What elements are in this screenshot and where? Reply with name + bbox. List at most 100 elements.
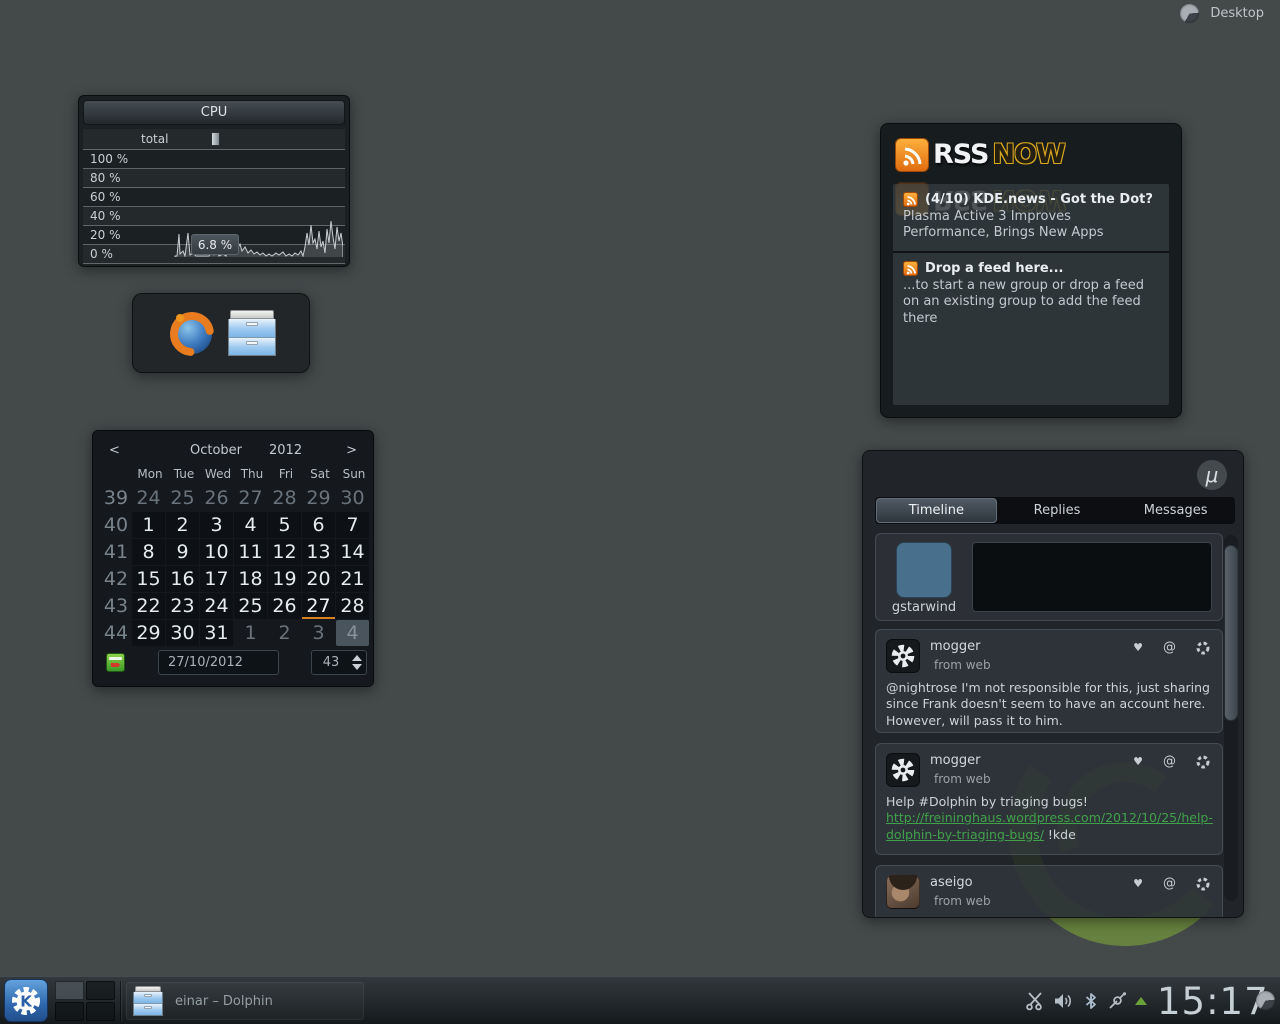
calendar-day[interactable]: 14 <box>336 539 369 565</box>
pager-desktop-3[interactable] <box>55 1002 84 1021</box>
calendar-week-number: 41 <box>101 539 131 565</box>
calendar-day[interactable]: 3 <box>302 620 335 646</box>
reply-icon[interactable]: @ <box>1163 754 1176 769</box>
calendar-day[interactable]: 18 <box>234 566 267 592</box>
rss-feed-item[interactable]: (4/10) KDE.news - Got the Dot? Plasma Ac… <box>893 184 1169 251</box>
calendar-day[interactable]: 27 <box>302 593 335 619</box>
calendar-day[interactable]: 29 <box>302 485 335 511</box>
post-username[interactable]: aseigo <box>930 875 973 890</box>
calendar-day[interactable]: 15 <box>132 566 165 592</box>
week-spinner-arrows[interactable] <box>350 655 366 670</box>
digital-clock[interactable]: 15:17 <box>1157 980 1269 1023</box>
calendar-day[interactable]: 2 <box>268 620 301 646</box>
calendar-day[interactable]: 16 <box>166 566 199 592</box>
bluetooth-icon[interactable] <box>1080 990 1102 1012</box>
calendar-day[interactable]: 13 <box>302 539 335 565</box>
post-username[interactable]: mogger <box>930 753 980 768</box>
reply-icon[interactable]: @ <box>1163 876 1176 891</box>
cabinet-body <box>228 319 276 356</box>
calendar-day[interactable]: 2 <box>166 512 199 538</box>
post-username[interactable]: mogger <box>930 639 980 654</box>
calendar-day[interactable]: 4 <box>336 620 369 646</box>
calendar-day[interactable]: 25 <box>234 593 267 619</box>
favorite-icon[interactable]: ♥ <box>1133 877 1143 890</box>
pager-desktop-1[interactable] <box>55 981 84 1000</box>
calendar-day[interactable]: 12 <box>268 539 301 565</box>
tray-expand-icon[interactable] <box>1135 997 1147 1005</box>
reply-icon[interactable]: @ <box>1163 640 1176 655</box>
pager-desktop-4[interactable] <box>86 1002 115 1021</box>
tab-messages[interactable]: Messages <box>1116 497 1235 524</box>
timeline-post[interactable]: mogger from web ♥ @ Help #Dolphin by tri… <box>875 743 1223 855</box>
scrollbar-handle[interactable] <box>1224 545 1238 721</box>
calendar-day[interactable]: 19 <box>268 566 301 592</box>
calendar-day[interactable]: 10 <box>200 539 233 565</box>
calendar-day[interactable]: 9 <box>166 539 199 565</box>
panel-cashew-icon[interactable] <box>1256 991 1275 1010</box>
calendar-day[interactable]: 28 <box>336 593 369 619</box>
timeline-post[interactable]: mogger from web ♥ @ @nightrose I'm not r… <box>875 629 1223 733</box>
calendar-day[interactable]: 1 <box>132 512 165 538</box>
jump-to-today-icon[interactable] <box>106 653 125 672</box>
file-manager-icon[interactable] <box>228 310 276 356</box>
calendar-day[interactable]: 21 <box>336 566 369 592</box>
calendar-day[interactable]: 3 <box>200 512 233 538</box>
rss-feed-item[interactable]: Drop a feed here... ...to start a new gr… <box>893 251 1169 405</box>
calendar-day[interactable]: 22 <box>132 593 165 619</box>
spin-up-icon[interactable] <box>352 655 362 661</box>
calendar-day[interactable]: 25 <box>166 485 199 511</box>
calendar-day[interactable]: 5 <box>268 512 301 538</box>
calendar-day[interactable]: 27 <box>234 485 267 511</box>
calendar-day[interactable]: 4 <box>234 512 267 538</box>
bottom-panel: K einar – Dolphin <box>0 976 1280 1024</box>
calendar-day[interactable]: 11 <box>234 539 267 565</box>
app-launcher-button[interactable]: K <box>4 979 48 1022</box>
device-notifier-icon[interactable] <box>1105 990 1129 1012</box>
calendar-day[interactable]: 30 <box>336 485 369 511</box>
calendar-day[interactable]: 8 <box>132 539 165 565</box>
calendar-day[interactable]: 29 <box>132 620 165 646</box>
repeat-icon[interactable] <box>1196 755 1210 769</box>
calendar-day[interactable]: 31 <box>200 620 233 646</box>
spin-down-icon[interactable] <box>352 664 362 670</box>
calendar-day[interactable]: 26 <box>200 485 233 511</box>
volume-icon[interactable] <box>1051 990 1073 1012</box>
taskbar-item-dolphin[interactable]: einar – Dolphin <box>126 982 364 1020</box>
repeat-icon[interactable] <box>1196 641 1210 655</box>
week-spinner[interactable]: 43 <box>311 650 367 675</box>
calendar-day[interactable]: 24 <box>132 485 165 511</box>
clipboard-scissors-icon[interactable] <box>1024 990 1046 1012</box>
month-selector[interactable]: October <box>181 443 251 458</box>
tab-replies[interactable]: Replies <box>998 497 1117 524</box>
status-input[interactable] <box>972 542 1212 612</box>
tab-timeline[interactable]: Timeline <box>876 498 997 523</box>
rss-icon <box>903 192 918 207</box>
year-selector[interactable]: 2012 <box>269 443 302 458</box>
rss-item-title[interactable]: Drop a feed here... <box>925 261 1064 276</box>
calendar-day[interactable]: 28 <box>268 485 301 511</box>
pager-desktop-2[interactable] <box>86 981 115 1000</box>
rss-item-title[interactable]: (4/10) KDE.news - Got the Dot? <box>925 192 1153 207</box>
calendar-day[interactable]: 23 <box>166 593 199 619</box>
calendar-day[interactable]: 1 <box>234 620 267 646</box>
firefox-icon[interactable] <box>166 307 218 359</box>
calendar-day[interactable]: 30 <box>166 620 199 646</box>
calendar-day[interactable]: 6 <box>302 512 335 538</box>
calendar-day[interactable]: 20 <box>302 566 335 592</box>
calendar-day[interactable]: 26 <box>268 593 301 619</box>
repeat-icon[interactable] <box>1196 877 1210 891</box>
calendar-day[interactable]: 24 <box>200 593 233 619</box>
date-input[interactable]: 27/10/2012 <box>158 650 279 675</box>
plasma-cashew-icon[interactable] <box>1180 4 1199 23</box>
post-source: from web <box>934 772 991 786</box>
timeline-post[interactable]: aseigo from web ♥ @ <box>875 865 1223 918</box>
next-month-button[interactable]: > <box>346 443 357 458</box>
favorite-icon[interactable]: ♥ <box>1133 641 1143 654</box>
favorite-icon[interactable]: ♥ <box>1133 755 1143 768</box>
calendar-day[interactable]: 7 <box>336 512 369 538</box>
microblog-tabbar: Timeline Replies Messages <box>875 497 1235 524</box>
prev-month-button[interactable]: < <box>109 443 120 458</box>
calendar-day[interactable]: 17 <box>200 566 233 592</box>
desktop-toolbox[interactable]: Desktop <box>1180 4 1264 23</box>
calendar-footer: 27/10/2012 43 <box>93 650 373 676</box>
